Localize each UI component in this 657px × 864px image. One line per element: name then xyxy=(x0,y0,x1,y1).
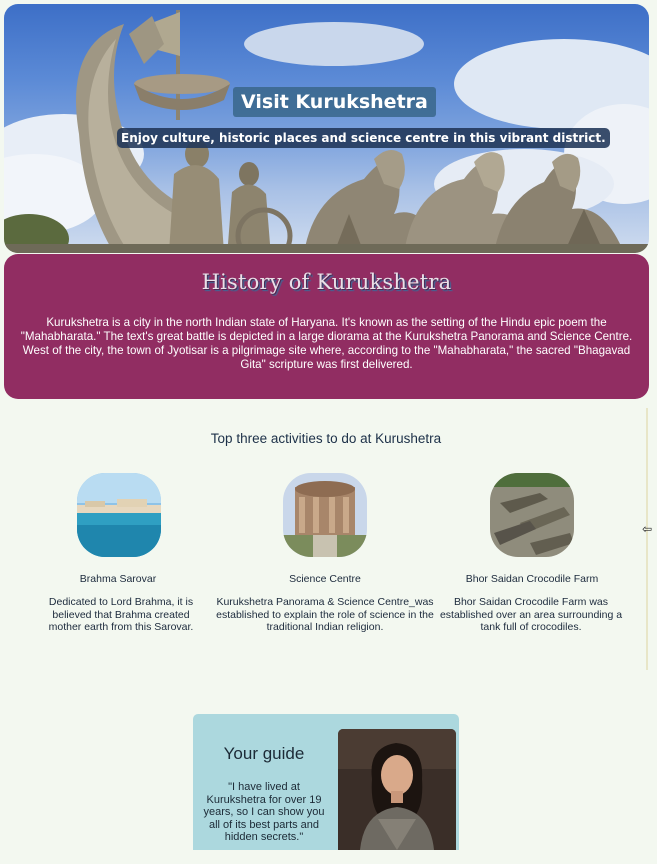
activities-heading: Top three activities to do at Kurushetra xyxy=(210,431,442,446)
activity-name: Science Centre xyxy=(289,573,361,585)
history-text: Kurukshetra is a city in the north India… xyxy=(20,316,633,371)
crocodiles-photo xyxy=(490,473,574,557)
section-divider xyxy=(646,408,648,670)
hero-subtitle: Enjoy culture, historic places and scien… xyxy=(117,128,610,148)
history-section: History of Kurukshetra Kurukshetra is a … xyxy=(4,254,649,399)
pointer-cursor-icon: ⇦ xyxy=(642,522,653,536)
hero-title: Visit Kurukshetra xyxy=(233,87,436,117)
guide-quote: "I have lived at Kurukshetra for over 19… xyxy=(203,781,325,843)
guide-title: Your guide xyxy=(223,744,305,763)
activity-description: Bhor Saidan Crocodile Farm was establish… xyxy=(439,596,623,633)
lake-photo xyxy=(77,473,161,557)
activity-description: Dedicated to Lord Brahma, it is believed… xyxy=(48,596,194,633)
hero-banner: Visit Kurukshetra Enjoy culture, histori… xyxy=(4,4,649,253)
history-title: History of Kurukshetra xyxy=(201,270,452,294)
guide-portrait-photo xyxy=(338,729,456,850)
guide-card: Your guide "I have lived at Kurukshetra … xyxy=(193,714,459,850)
activity-name: Brahma Sarovar xyxy=(79,573,157,585)
activity-description: Kurukshetra Panorama & Science Centre_wa… xyxy=(216,596,434,633)
activity-name: Bhor Saidan Crocodile Farm xyxy=(465,573,599,585)
domed-building-photo xyxy=(283,473,367,557)
